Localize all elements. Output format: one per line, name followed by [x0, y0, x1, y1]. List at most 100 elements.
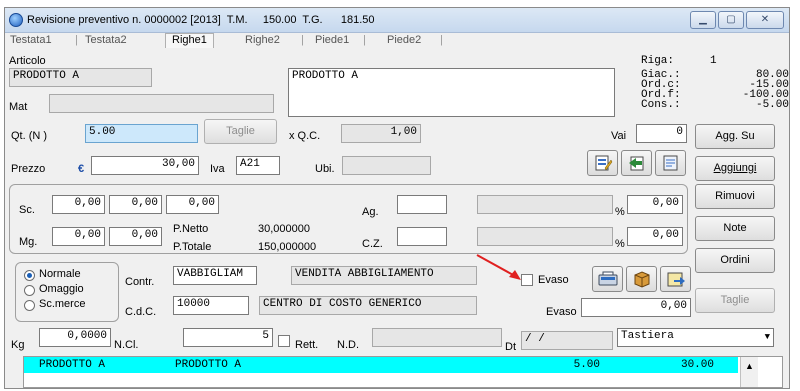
rett-checkbox[interactable]: [278, 335, 290, 347]
tab-piede2[interactable]: Piede2: [387, 34, 421, 48]
ag-field[interactable]: [397, 195, 447, 214]
radio-omaggio-label: Omaggio: [39, 283, 84, 295]
window-title: Revisione preventivo n. 0000002 [2013] T…: [27, 14, 375, 26]
rett-label: Rett.: [295, 339, 319, 351]
cz-field[interactable]: [397, 227, 447, 246]
tab-testata1[interactable]: Testata1: [10, 34, 52, 48]
riga-value: 1: [710, 55, 717, 67]
table-row[interactable]: PRODOTTO A PRODOTTO A 5.00 30.00: [24, 357, 738, 373]
dt-field[interactable]: / /: [521, 331, 613, 350]
taglie-button[interactable]: Taglie: [695, 288, 775, 313]
qta-label: Qt. (N ): [11, 130, 48, 142]
evaso-checkbox[interactable]: [521, 274, 533, 286]
qta-field[interactable]: 5.00: [85, 124, 198, 143]
articolo-description-field[interactable]: PRODOTTO A: [288, 68, 615, 117]
cz-desc-field[interactable]: [477, 227, 613, 246]
mg2-field[interactable]: 0,00: [109, 227, 162, 246]
evaso-field[interactable]: 0,00: [581, 298, 691, 317]
pointer-arrow-icon: [476, 254, 521, 280]
iva-label: Iva: [210, 163, 225, 175]
ncl-label: N.Cl.: [114, 339, 139, 351]
ptotale-value: 150,000000: [258, 241, 317, 253]
document-list-button[interactable]: [621, 150, 652, 176]
chevron-down-icon: ▼: [764, 332, 770, 342]
app-icon: [9, 13, 23, 27]
articolo-code-field[interactable]: PRODOTTO A: [9, 68, 152, 87]
euro-icon: €: [78, 163, 85, 175]
sc1-field[interactable]: 0,00: [52, 195, 105, 214]
input-mode-select[interactable]: Tastiera ▼: [617, 328, 774, 347]
qc-field[interactable]: 1,00: [341, 124, 421, 143]
scanner-button[interactable]: [592, 266, 623, 292]
print-preview-button[interactable]: [655, 150, 686, 176]
tab-separator: |: [75, 34, 78, 46]
radio-omaggio[interactable]: [24, 285, 35, 296]
taglie-small-button[interactable]: Taglie: [204, 119, 277, 144]
ubi-field[interactable]: [342, 156, 431, 175]
cz-pct-field[interactable]: 0,00: [627, 227, 683, 246]
note-button[interactable]: Note: [695, 216, 775, 241]
pnetto-value: 30,000000: [258, 223, 310, 235]
agg-su-button[interactable]: Agg. Su: [695, 124, 775, 149]
tab-testata2[interactable]: Testata2: [85, 34, 127, 48]
radio-scmerce[interactable]: [24, 300, 35, 311]
mg-label: Mg.: [19, 236, 38, 248]
tab-righe1[interactable]: Righe1: [165, 33, 214, 48]
sc2-field[interactable]: 0,00: [109, 195, 162, 214]
mat-field[interactable]: [49, 94, 274, 113]
contr-desc-field[interactable]: VENDITA ABBIGLIAMENTO: [291, 266, 477, 285]
document-edit-button[interactable]: [587, 150, 618, 176]
iva-field[interactable]: A21: [236, 156, 280, 175]
mat-label: Mat: [9, 101, 28, 113]
scroll-up-icon[interactable]: ▲: [745, 361, 754, 371]
vai-field[interactable]: 0: [636, 124, 687, 143]
grid-cell-price: 30.00: [680, 359, 714, 371]
ag-pct-field[interactable]: 0,00: [627, 195, 683, 214]
ncl-field[interactable]: 5: [183, 328, 273, 347]
tab-righe2[interactable]: Righe2: [245, 34, 280, 48]
righe-grid: PRODOTTO A PRODOTTO A 5.00 30.00 ▲: [23, 356, 783, 388]
dt-label: Dt: [505, 341, 516, 353]
riga-label: Riga:: [641, 55, 675, 67]
maximize-button[interactable]: ▢: [718, 11, 744, 29]
ag-desc-field[interactable]: [477, 195, 613, 214]
grid-scrollbar[interactable]: ▲: [740, 357, 758, 387]
rimuovi-button[interactable]: Rimuovi: [695, 184, 775, 209]
radio-normale-label: Normale: [39, 268, 81, 280]
evaso-label: Evaso: [546, 306, 577, 318]
sc-label: Sc.: [19, 204, 35, 216]
mg1-field[interactable]: 0,00: [52, 227, 105, 246]
package-button[interactable]: [626, 266, 657, 292]
export-icon: [667, 272, 685, 287]
ptotale-label: P.Totale: [173, 241, 212, 253]
kg-field[interactable]: 0,0000: [39, 328, 111, 347]
radio-scmerce-label: Sc.merce: [39, 298, 86, 310]
radio-normale[interactable]: [24, 270, 35, 281]
nd-field[interactable]: [372, 328, 502, 347]
prezzo-label: Prezzo: [11, 163, 46, 175]
pnetto-label: P.Netto: [173, 223, 209, 235]
document-list-icon: [628, 156, 643, 171]
export-button[interactable]: [660, 266, 691, 292]
ordini-button[interactable]: Ordini: [695, 248, 775, 273]
title-bar: Revisione preventivo n. 0000002 [2013] T…: [5, 8, 789, 33]
ag-label: Ag.: [362, 206, 379, 218]
input-mode-value: Tastiera: [621, 330, 674, 342]
minimize-button[interactable]: ▁: [690, 11, 716, 29]
cdc-code-field[interactable]: 10000: [173, 296, 249, 315]
close-button[interactable]: ✕: [746, 11, 784, 29]
prezzo-field[interactable]: 30,00: [91, 156, 199, 175]
cz-label: C.Z.: [362, 238, 383, 250]
grid-cell-code: PRODOTTO A: [39, 359, 106, 371]
sc3-field[interactable]: 0,00: [166, 195, 219, 214]
scanner-icon: [598, 271, 617, 286]
tab-piede1[interactable]: Piede1: [315, 34, 349, 48]
cdc-desc-field[interactable]: CENTRO DI COSTO GENERICO: [259, 296, 477, 315]
aggiungi-button[interactable]: Aggiungi: [695, 156, 775, 181]
tab-separator: |: [301, 34, 304, 46]
tab-separator: |: [363, 34, 366, 46]
contr-code-field[interactable]: VABBIGLIAM: [173, 266, 257, 285]
ag-pct-label: %: [615, 206, 625, 218]
grid-cell-qty: 5.00: [573, 359, 600, 371]
vai-label: Vai: [611, 130, 627, 142]
